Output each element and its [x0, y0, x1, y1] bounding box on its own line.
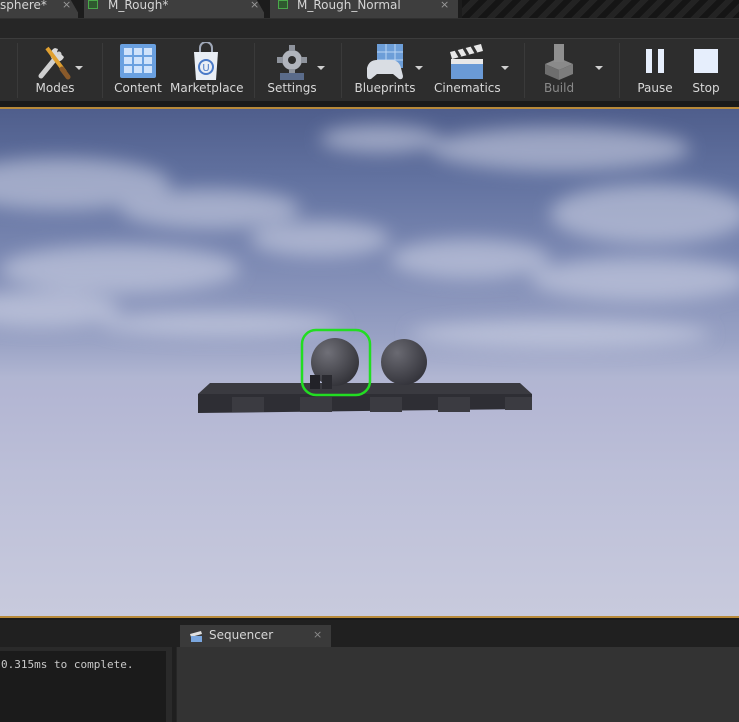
chevron-down-icon[interactable] [501, 66, 509, 70]
close-icon[interactable]: × [62, 0, 71, 11]
modes-button[interactable]: Modes [27, 39, 83, 102]
blueprints-icon [363, 42, 407, 85]
bottom-panel: Sequencer × 0.315ms to complete. [0, 620, 739, 722]
close-icon[interactable]: × [440, 0, 449, 11]
material-icon [88, 0, 98, 9]
level-editor-toolbar: Modes Content U Marketplace Settings Blu… [0, 38, 739, 101]
svg-text:U: U [202, 63, 209, 74]
blueprints-button[interactable]: Blueprints [352, 39, 423, 102]
pause-icon [643, 48, 667, 77]
chevron-down-icon[interactable] [75, 66, 83, 70]
sequencer-tab-label: Sequencer [209, 628, 274, 642]
settings-label: Settings [267, 81, 317, 95]
floor-plane[interactable] [198, 383, 532, 413]
bottom-tab-row [0, 620, 739, 647]
blueprints-label: Blueprints [354, 81, 416, 95]
marketplace-button[interactable]: U Marketplace [170, 39, 244, 102]
editor-subbar [0, 18, 739, 38]
tab-label: M_Rough* [108, 0, 169, 12]
tab-bar-background [462, 0, 739, 18]
document-tab-bar: sphere* × M_Rough* × M_Rough_Normal × [0, 0, 739, 18]
content-label: Content [114, 81, 162, 95]
content-icon [118, 42, 158, 83]
cloud-layer [0, 125, 739, 348]
build-icon [539, 42, 579, 85]
output-log-pane: 0.315ms to complete. [0, 647, 172, 722]
sequencer-icon [189, 629, 203, 646]
sphere-selected[interactable] [310, 338, 359, 389]
material-icon [278, 0, 288, 9]
pause-button[interactable]: Pause [630, 39, 680, 102]
chevron-down-icon[interactable] [415, 66, 423, 70]
sphere[interactable] [381, 339, 427, 385]
stop-icon [693, 48, 719, 77]
viewport-scene [0, 125, 739, 413]
stop-label: Stop [692, 81, 720, 95]
settings-icon [272, 42, 312, 85]
marketplace-icon: U [190, 41, 222, 85]
marketplace-label: Marketplace [170, 81, 244, 95]
sequencer-pane[interactable] [176, 647, 739, 722]
tab-sequencer[interactable]: Sequencer × [180, 625, 331, 647]
close-icon[interactable]: × [313, 628, 322, 641]
modes-label: Modes [35, 81, 75, 95]
stop-button[interactable]: Stop [684, 39, 728, 102]
cinematics-icon [447, 42, 487, 85]
log-line: 0.315ms to complete. [0, 651, 166, 722]
tab-sphere[interactable]: sphere* × [0, 0, 78, 18]
pause-label: Pause [637, 81, 673, 95]
build-button[interactable]: Build [534, 39, 603, 102]
build-label: Build [543, 81, 575, 95]
level-viewport[interactable] [0, 107, 739, 618]
cinematics-label: Cinematics [434, 81, 501, 95]
settings-button[interactable]: Settings [264, 39, 325, 102]
tab-label: M_Rough_Normal [297, 0, 401, 12]
modes-icon [35, 42, 75, 83]
chevron-down-icon[interactable] [595, 66, 603, 70]
tab-m-rough[interactable]: M_Rough* × [84, 0, 264, 18]
cinematics-button[interactable]: Cinematics [434, 39, 509, 102]
chevron-down-icon[interactable] [317, 66, 325, 70]
tab-label: sphere* [0, 0, 47, 12]
content-button[interactable]: Content [110, 39, 166, 102]
tab-m-rough-normal[interactable]: M_Rough_Normal × [270, 0, 458, 18]
